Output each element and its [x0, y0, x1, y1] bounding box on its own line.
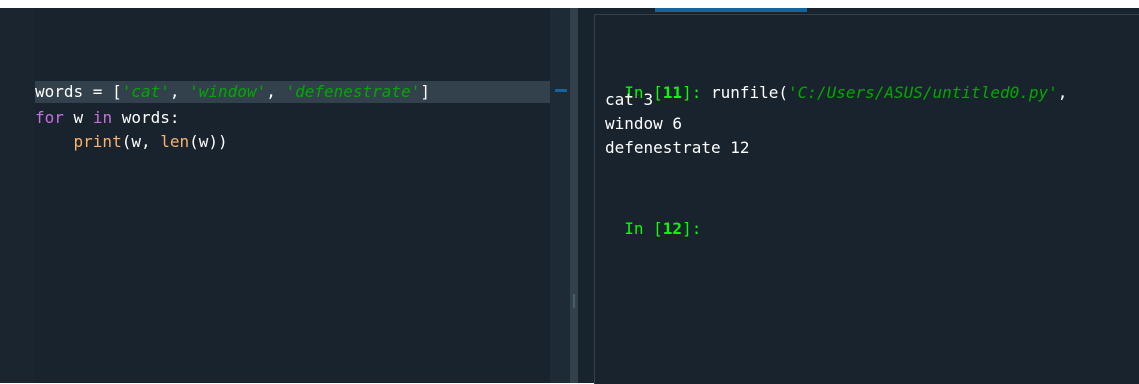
pane-splitter[interactable]	[570, 8, 578, 383]
code-line[interactable]: words = ['cat', 'window', 'defenestrate'…	[35, 81, 550, 103]
code-token-kw: for	[35, 108, 64, 127]
code-token-plain: ]	[420, 82, 430, 101]
command-suffix: ,	[1057, 83, 1068, 102]
code-token-kw: in	[92, 108, 113, 127]
prompt-close: ]:	[682, 219, 702, 238]
splitter-grip[interactable]	[573, 294, 575, 308]
code-line[interactable]: print(w, len(w))	[35, 131, 228, 153]
console-input-line-12[interactable]: In [12]:	[605, 196, 701, 238]
prompt-number: 12	[662, 219, 683, 238]
code-token-plain: ,	[266, 82, 286, 101]
code-line[interactable]: for w in words:	[35, 107, 180, 129]
code-token-str: 'defenestrate'	[285, 82, 421, 101]
code-token-plain: ,	[169, 82, 190, 101]
code-editor[interactable]	[35, 8, 550, 383]
code-token-bi: len	[160, 132, 190, 151]
editor-line-gutter	[0, 8, 35, 383]
current-line-marker	[555, 89, 567, 92]
code-token-plain: (w,	[121, 132, 161, 151]
command-prefix: runfile(	[701, 83, 789, 102]
prompt-close: ]:	[682, 83, 702, 102]
active-tab-indicator	[655, 8, 807, 12]
console-output-line: defenestrate 12	[605, 138, 750, 157]
code-token-bi: print	[73, 132, 122, 151]
console-output-line: cat 3	[605, 90, 654, 109]
console-margin	[578, 8, 594, 383]
code-token-plain: words = [	[35, 82, 122, 101]
console-input-line-11: In [11]: runfile('C:/Users/ASUS/untitled…	[605, 60, 1067, 102]
code-token-plain: words:	[112, 108, 180, 127]
console-output-line: window 6	[605, 114, 683, 133]
code-token-plain: (w))	[189, 132, 228, 151]
command-path: 'C:/Users/ASUS/untitled0.py'	[788, 83, 1058, 102]
code-token-str: 'window'	[189, 82, 267, 101]
prompt-label: In [	[624, 219, 663, 238]
code-token-plain: w	[63, 108, 93, 127]
editor-scrollbar[interactable]	[550, 8, 570, 383]
prompt-number: 11	[662, 83, 683, 102]
code-token-str: 'cat'	[121, 82, 170, 101]
